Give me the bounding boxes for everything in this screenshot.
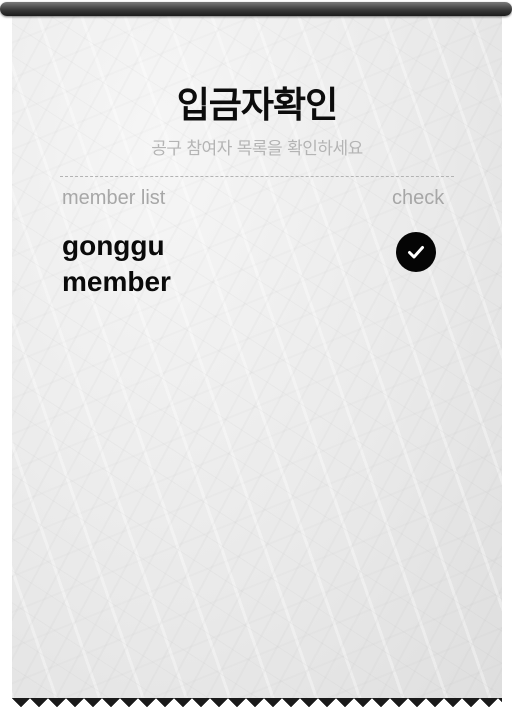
member-list-header: member list: [62, 187, 166, 209]
member-name: gonggu member: [62, 230, 171, 297]
page-title: 입금자확인: [176, 85, 339, 126]
receipt-content: 입금자확인 공구 참여자 목록을 확인하세요 member list check…: [12, 10, 502, 700]
page-subtitle: 공구 참여자 목록을 확인하세요: [151, 139, 363, 159]
dashed-divider: [60, 176, 454, 177]
torn-edge: [12, 698, 502, 715]
check-circle-icon: [408, 246, 424, 259]
check-button[interactable]: [396, 232, 436, 272]
check-header: check: [392, 187, 445, 209]
